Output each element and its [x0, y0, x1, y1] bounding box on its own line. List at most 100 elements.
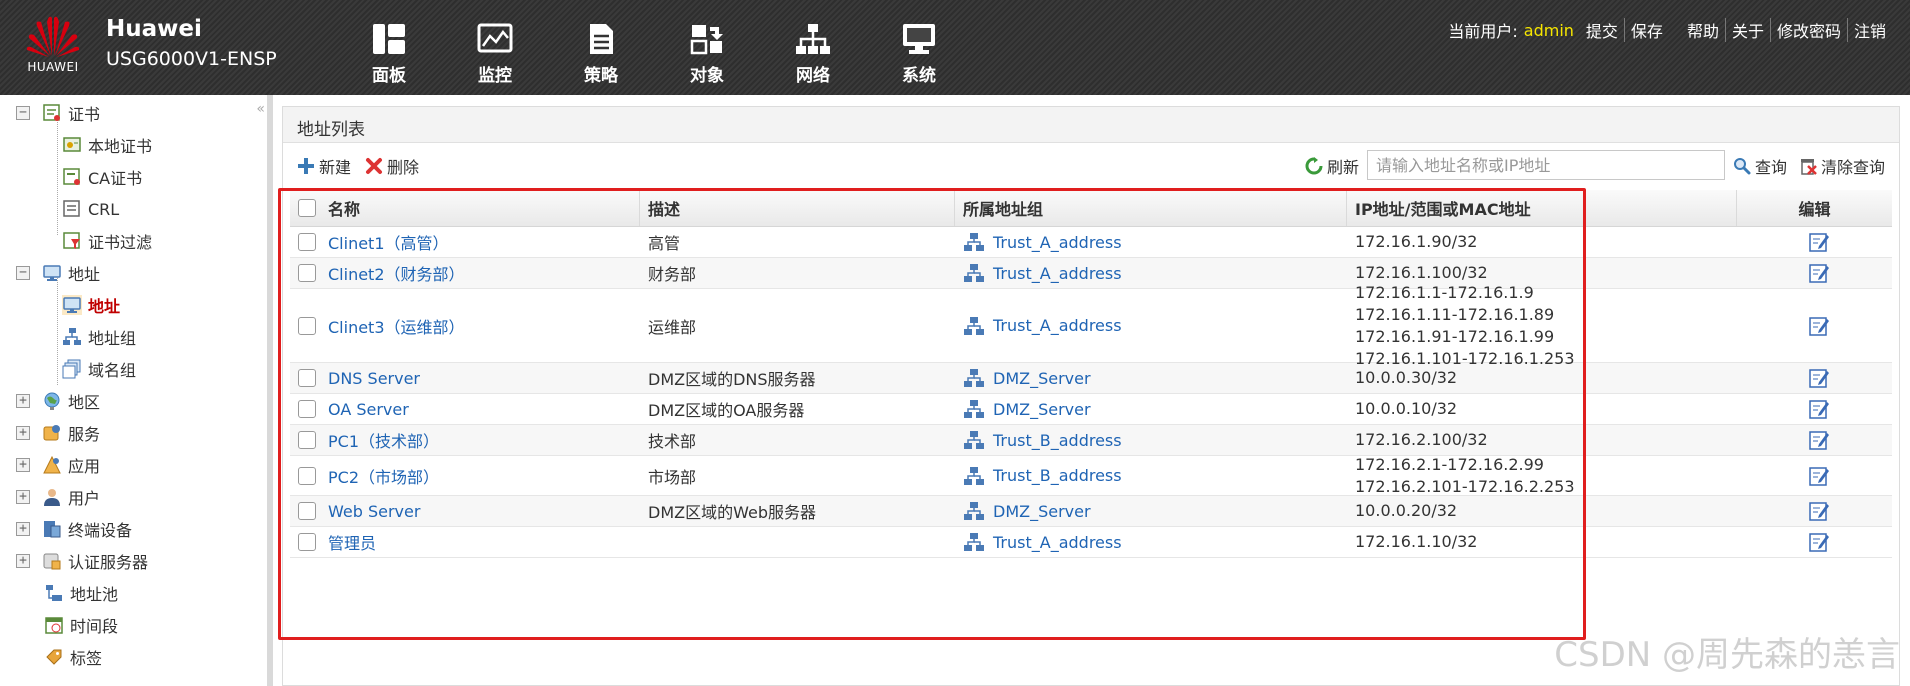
address-group-link[interactable]: DMZ_Server	[993, 502, 1091, 521]
edit-icon[interactable]	[1808, 429, 1830, 451]
table-row[interactable]: PC2（市场部） 市场部 Trust_B_address 172.16.2.1-…	[290, 455, 1892, 496]
new-button-label: 新建	[319, 158, 352, 177]
sidebar-item-address-folder[interactable]: − 地址	[16, 260, 100, 286]
group-cell: Trust_A_address	[955, 232, 1347, 252]
edit-icon[interactable]	[1808, 398, 1830, 420]
row-checkbox[interactable]	[298, 369, 316, 387]
expand-icon[interactable]: +	[16, 490, 30, 504]
new-button[interactable]: 新建	[297, 154, 351, 178]
table-row[interactable]: OA Server DMZ区域的OA服务器 DMZ_Server 10.0.0.…	[290, 394, 1892, 425]
address-name-link[interactable]: 管理员	[328, 530, 376, 554]
row-checkbox[interactable]	[298, 431, 316, 449]
row-checkbox[interactable]	[298, 502, 316, 520]
nav-network[interactable]: 网络	[760, 22, 866, 86]
edit-icon[interactable]	[1808, 315, 1830, 337]
watermark: CSDN @周先森的恙言	[1554, 635, 1900, 675]
select-all-checkbox[interactable]	[298, 199, 316, 217]
row-checkbox[interactable]	[298, 233, 316, 251]
collapse-icon[interactable]: −	[16, 266, 30, 280]
submit-link[interactable]: 提交	[1580, 18, 1624, 42]
table-row[interactable]: PC1（技术部） 技术部 Trust_B_address 172.16.2.10…	[290, 425, 1892, 456]
description-cell: 运维部	[648, 317, 697, 337]
address-name-link[interactable]: DNS Server	[328, 369, 420, 388]
sidebar-item-certificate-filter[interactable]: 证书过滤	[62, 228, 152, 254]
sidebar-item-terminal-device[interactable]: + 终端设备	[16, 516, 132, 542]
address-group-link[interactable]: Trust_A_address	[993, 316, 1122, 335]
nav-object[interactable]: 对象	[654, 22, 760, 86]
sidebar-item-address[interactable]: 地址	[62, 292, 120, 318]
sidebar-item-service[interactable]: + 服务	[16, 420, 100, 446]
sidebar-item-auth-server[interactable]: + 认证服务器	[16, 548, 148, 574]
edit-icon[interactable]	[1808, 500, 1830, 522]
address-name-link[interactable]: Clinet2（财务部）	[328, 261, 465, 285]
collapse-sidebar-icon[interactable]: «	[256, 101, 265, 117]
edit-icon[interactable]	[1808, 465, 1830, 487]
edit-icon[interactable]	[1808, 531, 1830, 553]
clear-query-button[interactable]: 清除查询	[1799, 154, 1885, 178]
edit-icon[interactable]	[1808, 262, 1830, 284]
group-cell: Trust_A_address	[955, 316, 1347, 336]
row-checkbox[interactable]	[298, 533, 316, 551]
about-link[interactable]: 关于	[1724, 18, 1770, 42]
table-row[interactable]: 管理员 Trust_A_address 172.16.1.10/32	[290, 527, 1892, 558]
expand-icon[interactable]: +	[16, 458, 30, 472]
sidebar-item-label: 用户	[68, 489, 101, 508]
address-name-link[interactable]: Clinet3（运维部）	[328, 314, 465, 338]
sidebar-item-application[interactable]: + 应用	[16, 452, 100, 478]
sidebar-item-local-certificate[interactable]: 本地证书	[62, 132, 152, 158]
edit-icon[interactable]	[1808, 231, 1830, 253]
nav-policy[interactable]: 策略	[548, 22, 654, 86]
sidebar-item-certificate[interactable]: − 证书	[16, 100, 100, 126]
refresh-button[interactable]: 刷新	[1305, 154, 1359, 178]
table-row[interactable]: Web Server DMZ区域的Web服务器 DMZ_Server 10.0.…	[290, 496, 1892, 527]
collapse-icon[interactable]: −	[16, 106, 30, 120]
tree-guide-line	[57, 119, 58, 235]
address-name-link[interactable]: Web Server	[328, 502, 420, 521]
nav-dashboard[interactable]: 面板	[336, 22, 442, 86]
nav-system[interactable]: 系统	[866, 22, 972, 86]
change-password-link[interactable]: 修改密码	[1769, 18, 1847, 42]
row-checkbox[interactable]	[298, 316, 316, 335]
sidebar-item-user[interactable]: + 用户	[16, 484, 100, 510]
sidebar-item-address-group[interactable]: 地址组	[62, 324, 136, 350]
address-group-link[interactable]: Trust_A_address	[993, 233, 1122, 252]
sidebar-item-crl[interactable]: CRL	[62, 196, 119, 222]
address-group-link[interactable]: Trust_B_address	[993, 431, 1122, 450]
expand-icon[interactable]: +	[16, 522, 30, 536]
address-name-link[interactable]: PC2（市场部）	[328, 464, 439, 488]
table-row[interactable]: Clinet1（高管） 高管 Trust_A_address 172.16.1.…	[290, 227, 1892, 258]
save-link[interactable]: 保存	[1623, 18, 1669, 42]
row-checkbox[interactable]	[298, 400, 316, 418]
delete-button[interactable]: 删除	[365, 154, 419, 178]
help-link[interactable]: 帮助	[1681, 18, 1725, 42]
row-checkbox[interactable]	[298, 466, 316, 485]
sidebar-item-domain-group[interactable]: 域名组	[62, 356, 136, 382]
row-checkbox[interactable]	[298, 264, 316, 282]
query-button-label: 查询	[1755, 158, 1788, 177]
table-row[interactable]: DNS Server DMZ区域的DNS服务器 DMZ_Server 10.0.…	[290, 363, 1892, 394]
sidebar-item-time-range[interactable]: 时间段	[44, 612, 118, 638]
edit-icon[interactable]	[1808, 367, 1830, 389]
address-group-link[interactable]: DMZ_Server	[993, 400, 1091, 419]
nav-label: 监控	[478, 66, 512, 86]
address-group-link[interactable]: DMZ_Server	[993, 369, 1091, 388]
search-input[interactable]	[1367, 150, 1725, 180]
expand-icon[interactable]: +	[16, 426, 30, 440]
address-group-link[interactable]: Trust_A_address	[993, 533, 1122, 552]
address-name-link[interactable]: Clinet1（高管）	[328, 230, 449, 254]
address-group-link[interactable]: Trust_A_address	[993, 264, 1122, 283]
table-row[interactable]: Clinet3（运维部） 运维部 Trust_A_address 172.16.…	[290, 283, 1892, 368]
address-name-link[interactable]: OA Server	[328, 400, 409, 419]
nav-monitor[interactable]: 监控	[442, 22, 548, 86]
address-group-link[interactable]: Trust_B_address	[993, 466, 1122, 485]
sidebar-item-region[interactable]: + 地区	[16, 388, 100, 414]
sidebar-item-address-pool[interactable]: 地址池	[44, 580, 118, 606]
query-button[interactable]: 查询	[1733, 154, 1787, 178]
expand-icon[interactable]: +	[16, 554, 30, 568]
column-header-name[interactable]: 名称	[290, 190, 640, 226]
address-name-link[interactable]: PC1（技术部）	[328, 428, 439, 452]
expand-icon[interactable]: +	[16, 394, 30, 408]
sidebar-item-ca-certificate[interactable]: CA证书	[62, 164, 142, 190]
logout-link[interactable]: 注销	[1846, 18, 1892, 42]
sidebar-item-tag[interactable]: 标签	[44, 644, 102, 670]
